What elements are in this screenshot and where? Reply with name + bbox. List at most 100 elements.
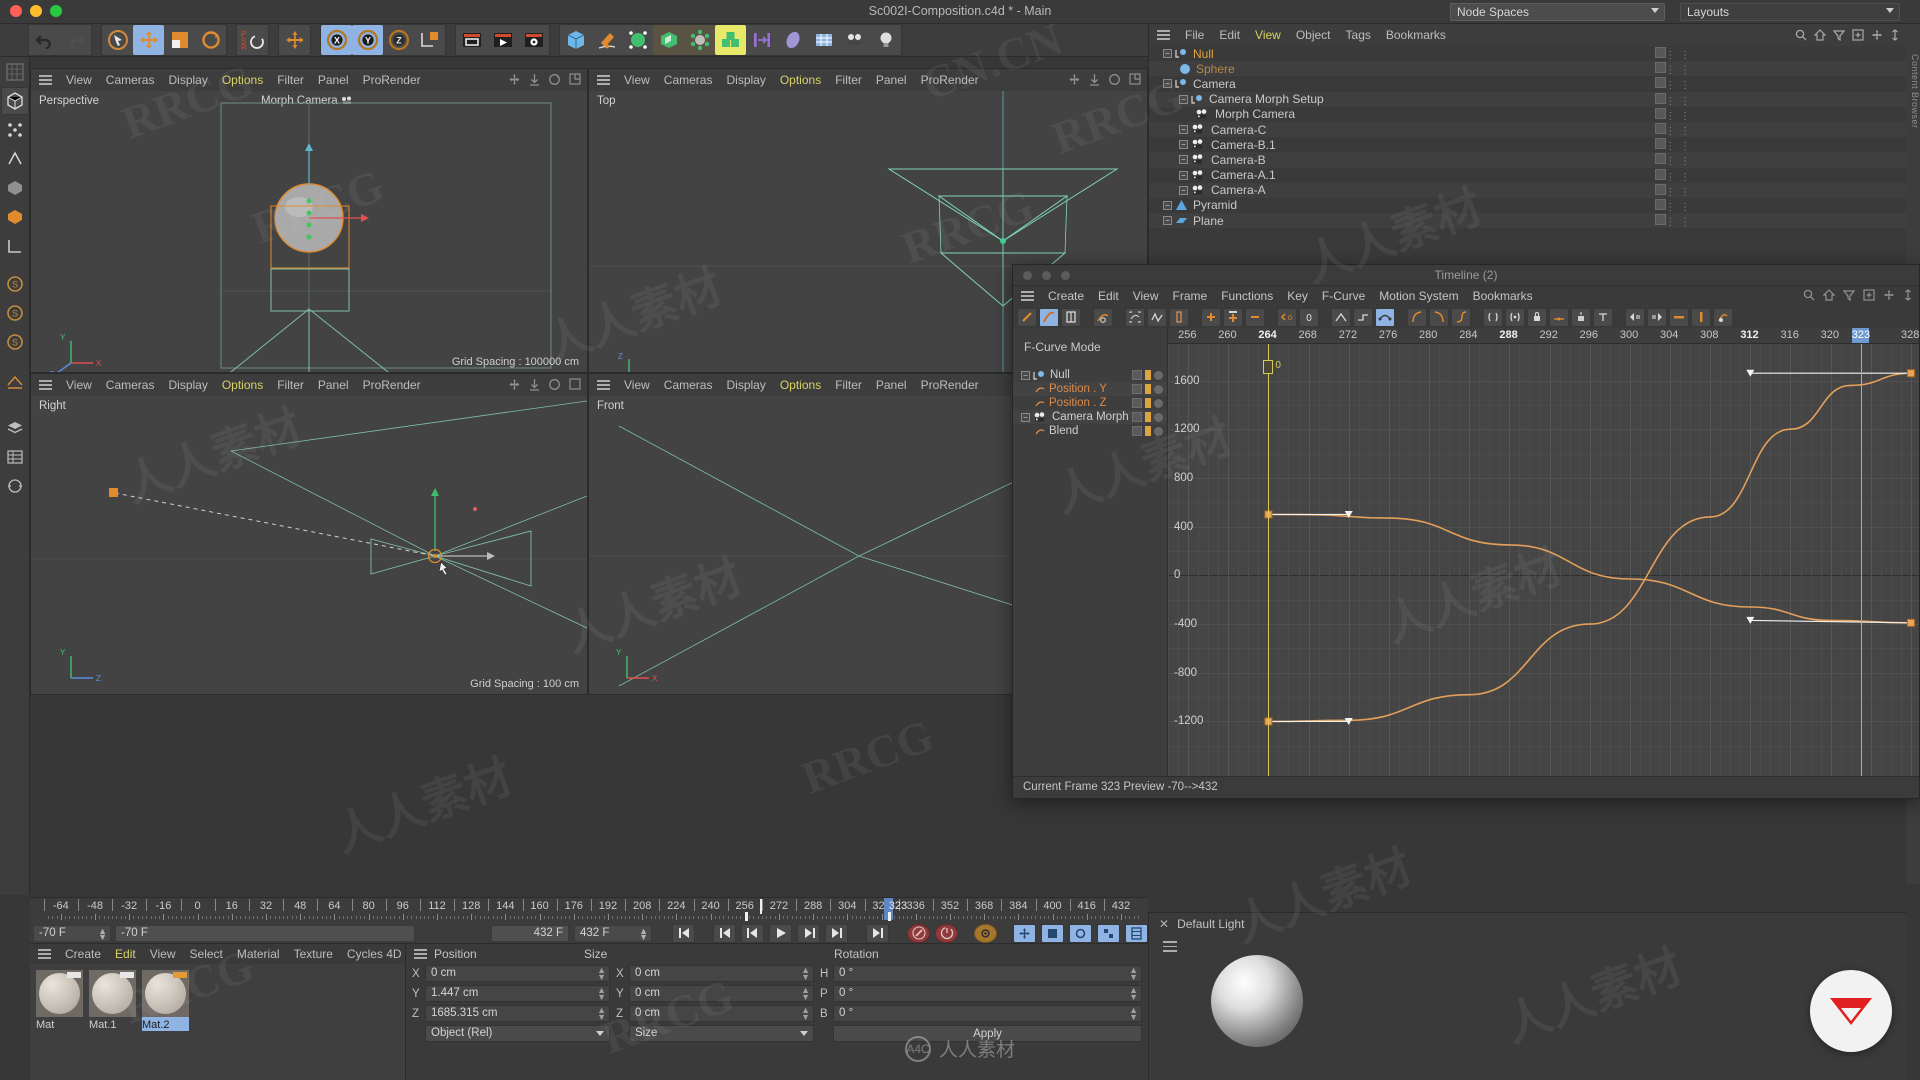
material-name[interactable]: Mat.2 — [142, 1017, 189, 1031]
mm-menu-texture[interactable]: Texture — [294, 947, 333, 961]
render-settings-icon[interactable] — [518, 25, 549, 55]
menu-icon[interactable] — [414, 949, 427, 959]
tl-menu-create[interactable]: Create — [1048, 289, 1084, 303]
position-y-input[interactable]: 1.447 cm ▲ ▼ — [425, 985, 610, 1002]
size-x-row[interactable]: X 0 cm ▲ ▼ — [616, 964, 814, 983]
timeline-track-row[interactable]: − Null — [1013, 368, 1167, 382]
record-track-icon[interactable] — [1713, 307, 1733, 327]
vp-menu-filter[interactable]: Filter — [277, 378, 304, 392]
visibility-dots[interactable]: ⋮ ⋮ — [1665, 172, 1691, 183]
x-axis-icon[interactable]: X — [321, 25, 352, 55]
go-to-end-button[interactable] — [866, 923, 889, 943]
fcurve-mode-icon[interactable] — [1039, 307, 1059, 327]
transform-tools-group[interactable] — [101, 24, 227, 56]
vp-menu-filter[interactable]: Filter — [277, 73, 304, 87]
vp-menu-cameras[interactable]: Cameras — [664, 378, 713, 392]
expand-toggle[interactable]: − — [1163, 216, 1172, 226]
step-interp-icon[interactable] — [1353, 307, 1373, 327]
camera-object-icon[interactable] — [839, 25, 870, 55]
position-z-row[interactable]: Z 1685.315 cm ▲ ▼ — [412, 1004, 610, 1023]
quantize-icon[interactable]: S — [1, 328, 29, 356]
size-x-input[interactable]: 0 cm ▲ ▼ — [629, 965, 814, 982]
stepper-icon[interactable]: ▲ ▼ — [98, 926, 107, 941]
vp-menu-panel[interactable]: Panel — [318, 73, 349, 87]
tl-menu-bookmarks[interactable]: Bookmarks — [1473, 289, 1533, 303]
timeline-header-icons[interactable] — [1803, 289, 1913, 301]
ease-in-icon[interactable] — [1407, 307, 1427, 327]
hair-object-icon[interactable] — [777, 25, 808, 55]
keyframe-handle[interactable] — [1906, 369, 1915, 378]
track-solo-icon[interactable] — [1154, 384, 1163, 394]
object-manager-tools[interactable] — [1795, 29, 1900, 41]
material-thumbnail[interactable] — [36, 970, 83, 1017]
rotation-h-row[interactable]: H 0 ° ▲ ▼ — [820, 964, 1142, 983]
menu-icon[interactable] — [1157, 30, 1170, 40]
tl-menu-frame[interactable]: Frame — [1173, 289, 1208, 303]
vp-menu-options[interactable]: Options — [222, 73, 263, 87]
viewport-top-menu[interactable]: View Cameras Display Options Filter Pane… — [589, 69, 1147, 91]
size-z-input[interactable]: 0 cm ▲ ▼ — [629, 1005, 814, 1022]
rotation-h-input[interactable]: 0 ° ▲ ▼ — [833, 965, 1142, 982]
default-light-header[interactable]: ✕ Default Light — [1149, 913, 1906, 935]
spline-pen-icon[interactable] — [591, 25, 622, 55]
om-menu-object[interactable]: Object — [1296, 28, 1331, 42]
uv-mode-icon[interactable] — [1, 368, 29, 396]
viewport-perspective[interactable]: View Cameras Display Options Filter Pane… — [30, 68, 588, 373]
object-row[interactable]: Morph Camera ⋮ ⋮ — [1149, 107, 1906, 122]
mm-menu-view[interactable]: View — [150, 947, 176, 961]
track-color-icon[interactable] — [1145, 384, 1151, 394]
material-swatch[interactable]: Mat.1 — [89, 970, 136, 1080]
object-row[interactable]: − Camera ⋮ ⋮ — [1149, 76, 1906, 91]
vp-menu-display[interactable]: Display — [726, 73, 765, 87]
vp-menu-panel[interactable]: Panel — [876, 378, 907, 392]
nodes-icon[interactable] — [1, 472, 29, 500]
tl-menu-motion-system[interactable]: Motion System — [1379, 289, 1458, 303]
node-spaces-dropdown[interactable]: Node Spaces — [1450, 3, 1665, 21]
track-color-icon[interactable] — [1145, 426, 1151, 436]
vp-menu-prorender[interactable]: ProRender — [363, 73, 421, 87]
layouts-dropdown[interactable]: Layouts — [1680, 3, 1900, 21]
ease-inout-icon[interactable] — [1451, 307, 1471, 327]
expand-toggle[interactable]: − — [1163, 49, 1172, 59]
expand-toggle[interactable]: − — [1179, 185, 1188, 195]
go-to-start-button[interactable] — [672, 923, 695, 943]
vp-menu-display[interactable]: Display — [726, 378, 765, 392]
keyframe-settings-button[interactable] — [974, 923, 997, 943]
cloth-icon[interactable] — [808, 25, 839, 55]
tl-menu-view[interactable]: View — [1133, 289, 1159, 303]
nurbs-icon[interactable] — [622, 25, 653, 55]
z-axis-icon[interactable]: Z — [383, 25, 414, 55]
linear-interp-icon[interactable] — [1331, 307, 1351, 327]
object-world-toggle-icon[interactable] — [414, 25, 445, 55]
next-frame-button[interactable] — [797, 923, 820, 943]
vp-menu-filter[interactable]: Filter — [835, 73, 862, 87]
curve-zoom-icon[interactable] — [1147, 307, 1167, 327]
keyframe-handle[interactable] — [1906, 618, 1915, 627]
object-manager-menu[interactable]: File Edit View Object Tags Bookmarks — [1149, 24, 1906, 46]
stepper-icon[interactable]: ▲ ▼ — [801, 986, 810, 1002]
apply-button[interactable]: Apply — [833, 1025, 1142, 1042]
light-object-icon[interactable] — [870, 25, 901, 55]
timeline-track-panel[interactable]: F-Curve Mode − Null Position . Y Position .… — [1013, 328, 1168, 776]
axis-lock-group[interactable]: X Y Z — [320, 24, 446, 56]
timeline-window[interactable]: Timeline (2) Create Edit View Frame Func… — [1012, 264, 1920, 799]
timeline-track-row[interactable]: − Camera Morph — [1013, 410, 1167, 424]
stepper-icon[interactable]: ▲ ▼ — [1129, 986, 1138, 1002]
expand-toggle[interactable]: − — [1179, 140, 1188, 150]
add-key-icon[interactable] — [1201, 307, 1221, 327]
mm-menu-cycles4d[interactable]: Cycles 4D — [347, 947, 402, 961]
track-controls[interactable] — [1132, 412, 1163, 422]
zoom-fit-icon[interactable] — [1125, 307, 1145, 327]
position-z-input[interactable]: 1685.315 cm ▲ ▼ — [425, 1005, 610, 1022]
size-y-row[interactable]: Y 0 cm ▲ ▼ — [616, 984, 814, 1003]
stepper-icon[interactable]: ▲ ▼ — [597, 986, 606, 1002]
spline-interp-icon[interactable] — [1375, 307, 1395, 327]
material-name[interactable]: Mat — [36, 1017, 83, 1031]
track-solo-icon[interactable] — [1154, 426, 1163, 436]
vp-menu-view[interactable]: View — [66, 73, 92, 87]
loop-after-icon[interactable] — [1647, 307, 1667, 327]
material-name[interactable]: Mat.1 — [89, 1017, 136, 1031]
align-icon[interactable] — [746, 25, 777, 55]
expand-toggle[interactable]: − — [1021, 412, 1030, 422]
visibility-dots[interactable]: ⋮ ⋮ — [1665, 50, 1691, 61]
